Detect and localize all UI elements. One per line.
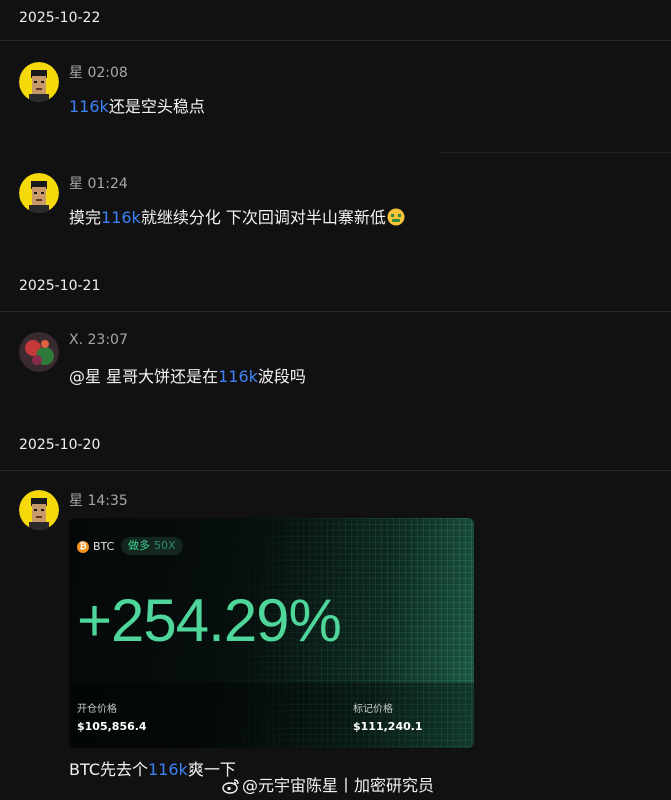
date-label: 2025-10-20 (19, 437, 101, 453)
message-meta: X. 23:07 (69, 332, 128, 348)
date-label: 2025-10-21 (19, 278, 101, 294)
price-tag-link[interactable]: 116k (218, 367, 258, 386)
date-header: 2025-10-21 (0, 271, 671, 312)
mark-price-label: 标记价格 (353, 704, 393, 715)
open-price-value: $105,856.4 (77, 720, 147, 733)
money-mouth-emoji-icon (387, 208, 405, 230)
message-text: @星 星哥大饼还是在116k波段吗 (69, 363, 306, 387)
position-side: 做多 (128, 539, 150, 552)
weibo-icon (222, 778, 240, 798)
watermark: @元宇宙陈星丨加密研究员 (222, 772, 434, 798)
text-segment: 波段吗 (257, 367, 306, 386)
bitcoin-icon: ₿ (77, 541, 89, 553)
watermark-text: @元宇宙陈星丨加密研究员 (242, 776, 435, 795)
text-segment: BTC先去个 (69, 760, 148, 779)
price-tag-link[interactable]: 116k (69, 97, 109, 116)
trade-share-card[interactable]: ₿ BTC 做多 50X +254.29% 开仓价格 $105,856.4 标记价… (69, 518, 474, 748)
message-meta: 星 01:24 (69, 173, 128, 193)
coin-label: BTC (93, 540, 115, 553)
author-name[interactable]: X. (69, 332, 83, 348)
price-tag-link[interactable]: 116k (148, 760, 188, 779)
divider (440, 152, 671, 153)
author-name[interactable]: 星 (69, 493, 83, 509)
mark-price-value: $111,240.1 (353, 720, 423, 733)
date-header: 2025-10-22 (0, 0, 671, 41)
text-segment: 就继续分化 下次回调对半山寨新低 (140, 208, 386, 227)
date-header: 2025-10-20 (0, 430, 671, 471)
message-time: 23:07 (87, 332, 128, 348)
message-meta: 星 02:08 (69, 62, 128, 82)
date-label: 2025-10-22 (19, 10, 101, 26)
message-meta: 星 14:35 (69, 490, 128, 510)
avatar[interactable] (19, 332, 59, 372)
text-segment: @星 星哥大饼还是在 (69, 367, 219, 386)
text-segment: 还是空头稳点 (108, 97, 205, 116)
pnl-percent: +254.29% (77, 587, 342, 654)
avatar[interactable] (19, 173, 59, 213)
message-time: 01:24 (87, 176, 128, 192)
leverage: 50X (154, 539, 176, 552)
message-text: 摸完116k就继续分化 下次回调对半山寨新低 (69, 204, 405, 230)
avatar[interactable] (19, 490, 59, 530)
message-text: 116k还是空头稳点 (69, 93, 205, 117)
avatar[interactable] (19, 62, 59, 102)
message-time: 02:08 (87, 65, 128, 81)
text-segment: 摸完 (69, 208, 102, 227)
message-text: BTC先去个116k爽一下 (69, 756, 236, 780)
author-name[interactable]: 星 (69, 65, 83, 81)
open-price-label: 开仓价格 (77, 704, 117, 715)
position-tag: 做多 50X (121, 537, 183, 555)
message-time: 14:35 (87, 493, 128, 509)
author-name[interactable]: 星 (69, 176, 83, 192)
price-tag-link[interactable]: 116k (101, 208, 141, 227)
card-footer (69, 683, 474, 748)
